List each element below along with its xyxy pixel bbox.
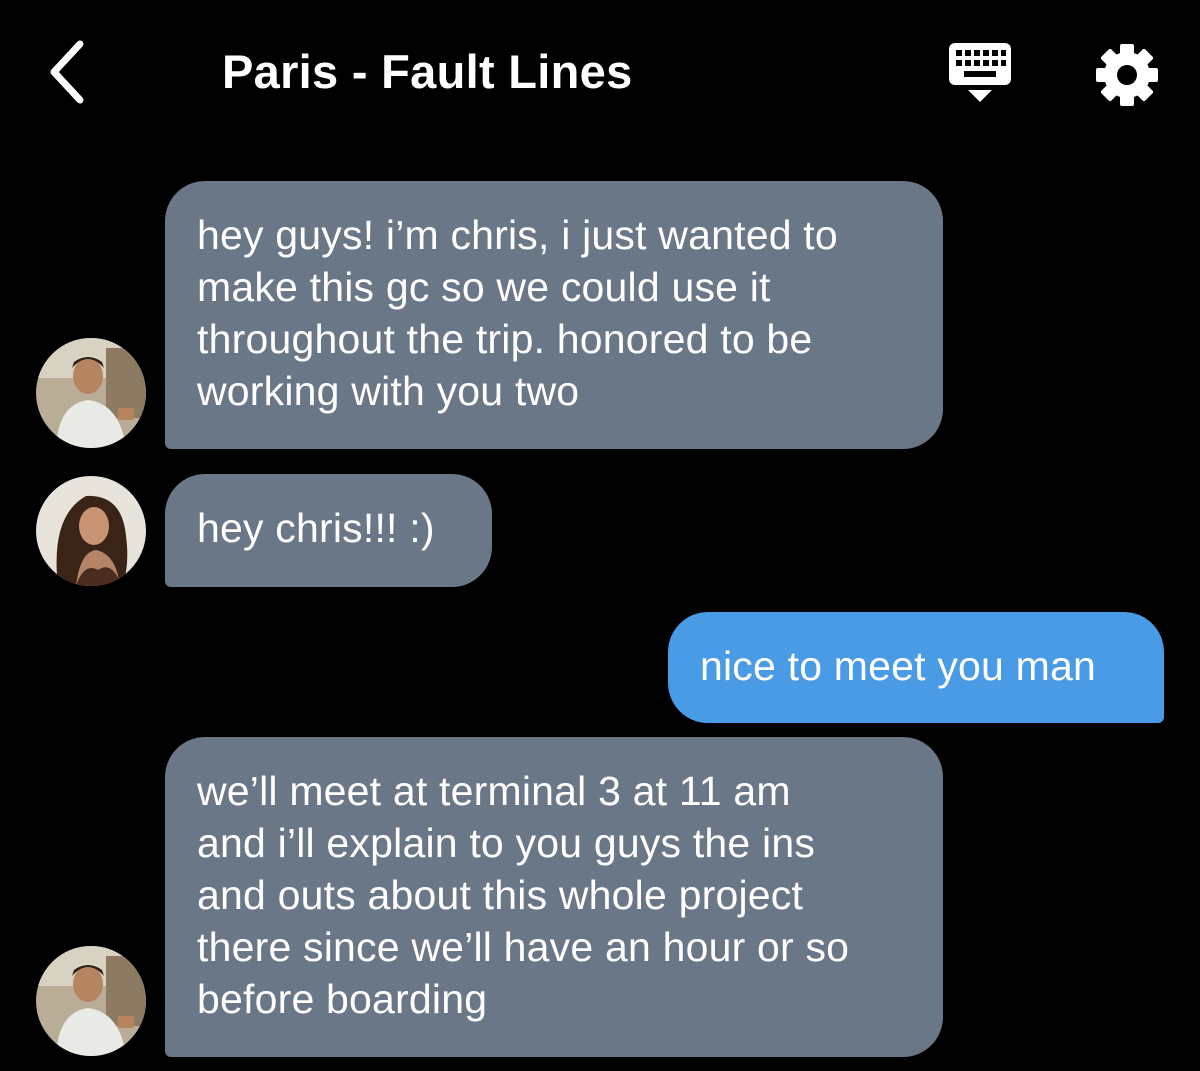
avatar[interactable] — [36, 476, 146, 586]
message-bubble[interactable]: hey chris!!! :) — [165, 474, 492, 587]
message-text: we’ll meet at terminal 3 at 11 am and i’… — [197, 768, 850, 1022]
chat-title: Paris - Fault Lines — [222, 45, 633, 98]
avatar[interactable] — [36, 946, 146, 1056]
keyboard-icon — [949, 43, 1011, 102]
message-bubble[interactable]: we’ll meet at terminal 3 at 11 am and i’… — [165, 737, 943, 1057]
message-text: hey guys! i’m chris, i just wanted to ma… — [197, 212, 838, 414]
gear-icon — [1096, 44, 1158, 106]
keyboard-button[interactable] — [946, 40, 1014, 106]
chris-avatar — [36, 338, 146, 448]
back-button[interactable] — [40, 36, 100, 108]
message-bubble-outgoing[interactable]: nice to meet you man — [668, 612, 1164, 723]
message-text: nice to meet you man — [700, 643, 1096, 689]
avatar[interactable] — [36, 338, 146, 448]
settings-button[interactable] — [1094, 42, 1160, 108]
message-text: hey chris!!! :) — [197, 505, 435, 551]
woman-avatar — [36, 476, 146, 586]
message-bubble[interactable]: hey guys! i’m chris, i just wanted to ma… — [165, 181, 943, 449]
chat-header: Paris - Fault Lines — [0, 0, 1200, 140]
chris-avatar — [36, 946, 146, 1056]
chevron-left-icon — [50, 40, 84, 104]
